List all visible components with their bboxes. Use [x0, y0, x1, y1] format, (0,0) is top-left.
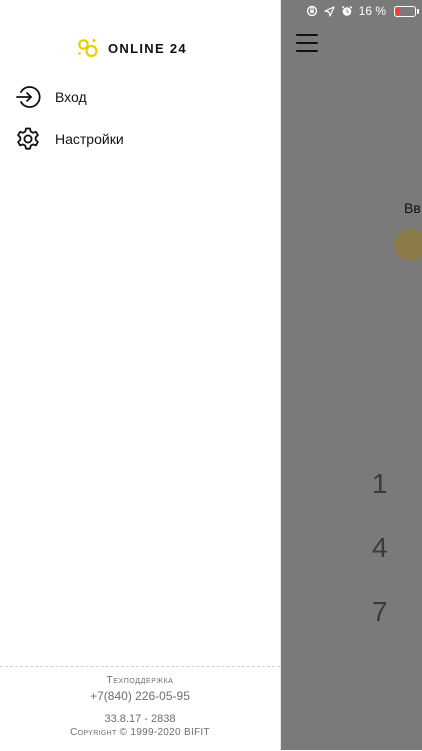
pin-indicator-dot [394, 229, 422, 261]
online24-logo-icon [78, 39, 98, 58]
menu-item-login[interactable]: Вход [0, 77, 280, 117]
keypad-key-4[interactable]: 4 [372, 532, 388, 564]
battery-percent: 16 % [358, 4, 386, 18]
location-arrow-icon [324, 5, 335, 17]
brand-name: ONLINE 24 [108, 40, 187, 56]
status-bar: 16 % [306, 3, 419, 19]
menu-item-label: Вход [55, 89, 87, 105]
gear-icon [15, 126, 41, 152]
menu-item-settings[interactable]: Настройки [0, 119, 280, 159]
hamburger-menu-icon[interactable] [296, 34, 318, 52]
navigation-drawer: ONLINE 24 Вход Настройки Техподдержка +7… [0, 0, 281, 750]
battery-level-fill [396, 7, 399, 15]
copyright-text: Copyright © 1999-2020 BIFIT [70, 727, 210, 738]
menu-item-label: Настройки [55, 131, 124, 147]
rotation-lock-icon [306, 5, 318, 17]
drawer-footer: Техподдержка +7(840) 226-05-95 33.8.17 -… [0, 666, 280, 751]
alarm-icon [341, 5, 353, 17]
support-title: Техподдержка [106, 675, 174, 686]
pin-prompt-text: Вв [404, 200, 421, 216]
battery-icon [394, 5, 419, 17]
brand-header: ONLINE 24 [76, 36, 187, 60]
support-phone-link[interactable]: +7(840) 226-05-95 [0, 689, 280, 703]
app-version: 33.8.17 - 2838 [104, 713, 176, 725]
login-icon [15, 84, 41, 110]
keypad-key-1[interactable]: 1 [372, 468, 388, 500]
keypad-key-7[interactable]: 7 [372, 596, 388, 628]
